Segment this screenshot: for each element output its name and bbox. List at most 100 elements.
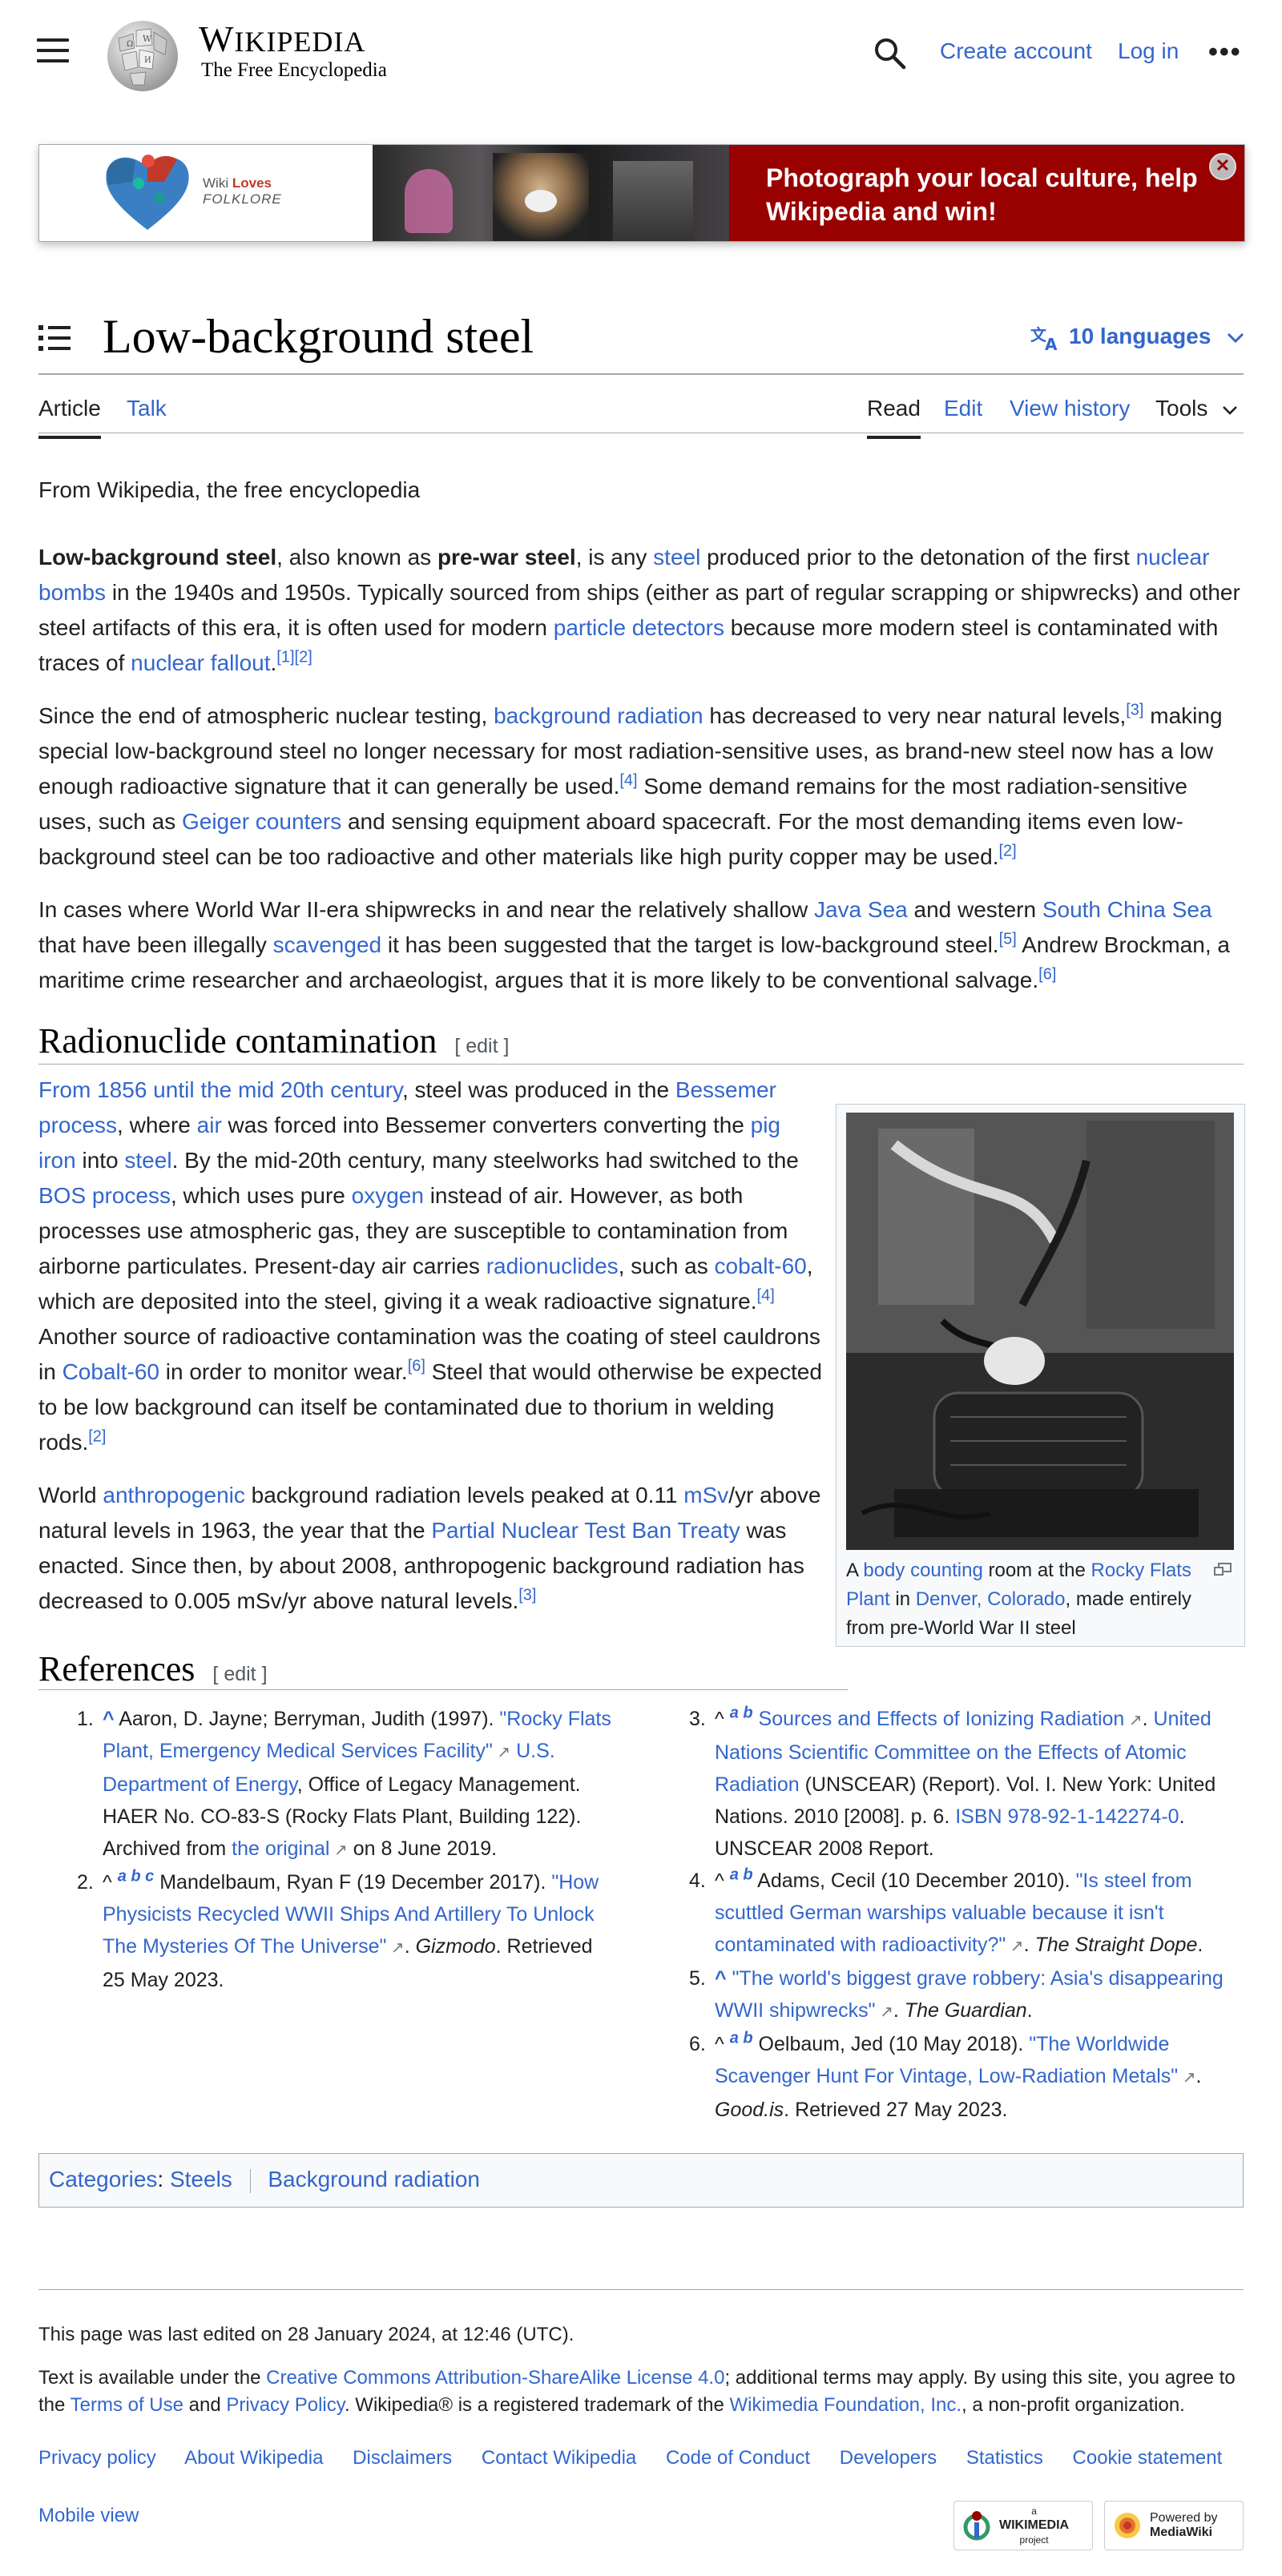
backlink-letters[interactable]: a b c	[118, 1868, 155, 1886]
link-scavenged[interactable]: scavenged	[273, 932, 381, 957]
wikimedia-foundation-link[interactable]: Wikimedia Foundation, Inc.	[730, 2394, 962, 2416]
campaign-banner[interactable]: Wiki Loves FOLKLORE Photograph your loca…	[38, 144, 1245, 242]
backlink-letters[interactable]: a b	[730, 1866, 753, 1884]
citation-1[interactable]: [1]	[276, 649, 294, 666]
footer-link-developers[interactable]: Developers	[840, 2447, 937, 2469]
link-anthropogenic[interactable]: anthropogenic	[103, 1483, 244, 1507]
link-cobalt-60[interactable]: cobalt-60	[715, 1254, 807, 1278]
citation-2[interactable]: [2]	[88, 1428, 106, 1446]
reference-item-1: 1. ^ Aaron, D. Jayne; Berryman, Judith (…	[77, 1708, 611, 1860]
external-link-icon: ↗	[1006, 1938, 1024, 1955]
backlink-caret[interactable]: ^	[103, 1708, 115, 1730]
bold-term: pre-war steel	[437, 545, 576, 570]
references-left-column: 1. ^ Aaron, D. Jayne; Berryman, Judith (…	[38, 1703, 615, 1996]
reference-item-3: 3. ^ a b Sources and Effects of Ionizing…	[689, 1704, 1216, 1860]
citation-6[interactable]: [6]	[408, 1358, 425, 1375]
footer-link-disclaimers[interactable]: Disclaimers	[353, 2447, 452, 2469]
footer-link-cookie-statement[interactable]: Cookie statement	[1073, 2447, 1223, 2469]
paragraph-1: Low-background steel, also known as pre-…	[38, 545, 1240, 675]
section-edit-link[interactable]: [ edit ]	[212, 1663, 267, 1685]
citation-3[interactable]: [3]	[518, 1587, 536, 1604]
log-in-link[interactable]: Log in	[1118, 38, 1179, 64]
link-south-china-sea[interactable]: South China Sea	[1042, 897, 1212, 922]
tools-menu[interactable]: Tools	[1155, 396, 1238, 421]
footer-link-code-of-conduct[interactable]: Code of Conduct	[666, 2447, 810, 2469]
categories-link[interactable]: Categories	[49, 2167, 157, 2192]
wikimedia-logo-icon	[963, 2511, 990, 2541]
paragraph-2: Since the end of atmospheric nuclear tes…	[38, 701, 1223, 869]
link-msv[interactable]: mSv	[683, 1483, 728, 1507]
tab-article[interactable]: Article	[38, 396, 101, 439]
citation-5[interactable]: [5]	[999, 931, 1017, 948]
footer-link-about[interactable]: About Wikipedia	[184, 2447, 323, 2469]
citation-2[interactable]: [2]	[998, 843, 1016, 860]
link-oxygen[interactable]: oxygen	[352, 1183, 424, 1208]
wiki-loves-folklore-logo: Wiki Loves FOLKLORE	[39, 145, 373, 241]
reference-item-6: 6. ^ a b Oelbaum, Jed (10 May 2018). "Th…	[689, 2029, 1202, 2121]
footer-link-privacy-policy[interactable]: Privacy policy	[38, 2447, 156, 2469]
footer-link-statistics[interactable]: Statistics	[966, 2447, 1043, 2469]
cc-license-link[interactable]: Creative Commons Attribution-ShareAlike …	[266, 2367, 724, 2389]
link-radionuclides[interactable]: radionuclides	[486, 1254, 619, 1278]
terms-of-use-link[interactable]: Terms of Use	[71, 2394, 183, 2416]
ref-link[interactable]: the original	[232, 1837, 329, 1860]
link-java-sea[interactable]: Java Sea	[814, 897, 908, 922]
backlink-caret[interactable]: ^	[715, 1967, 727, 1990]
link-partial-nuclear-test-ban-treaty[interactable]: Partial Nuclear Test Ban Treaty	[431, 1518, 740, 1543]
citation-2[interactable]: [2]	[295, 649, 312, 666]
tools-label: Tools	[1155, 396, 1208, 421]
wikimedia-project-badge[interactable]: a WIKIMEDIA project	[953, 2501, 1093, 2550]
ref-link[interactable]: Sources and Effects of Ionizing Radiatio…	[759, 1708, 1125, 1730]
reference-item-5: 5. ^ "The world's biggest grave robbery:…	[689, 1967, 1224, 2022]
link-steel[interactable]: steel	[653, 545, 700, 570]
close-icon[interactable]: ✕	[1209, 153, 1236, 180]
category-background-radiation[interactable]: Background radiation	[268, 2167, 480, 2192]
more-options-icon[interactable]: •••	[1208, 37, 1242, 68]
wikipedia-globe-logo[interactable]: Ω W И	[101, 14, 184, 95]
bold-term: Low-background steel	[38, 545, 277, 570]
link-background-radiation[interactable]: background radiation	[494, 703, 703, 728]
link-denver-colorado[interactable]: Denver, Colorado	[916, 1588, 1066, 1610]
tab-read[interactable]: Read	[867, 396, 921, 439]
link-nuclear-fallout[interactable]: nuclear fallout	[131, 650, 270, 675]
mobile-view-link[interactable]: Mobile view	[38, 2502, 139, 2530]
privacy-policy-link[interactable]: Privacy Policy	[226, 2394, 345, 2416]
svg-text:A: A	[1045, 335, 1058, 352]
link-particle-detectors[interactable]: particle detectors	[554, 615, 724, 640]
backlink-letters[interactable]: a b	[730, 1705, 753, 1722]
body-counting-room-photo[interactable]	[846, 1113, 1234, 1550]
chevron-down-icon	[1228, 332, 1244, 343]
table-of-contents-icon[interactable]	[38, 324, 71, 352]
link-air[interactable]: air	[197, 1113, 222, 1137]
citation-4[interactable]: [4]	[757, 1287, 775, 1305]
search-icon[interactable]	[872, 35, 907, 70]
tab-view-history[interactable]: View history	[1010, 396, 1130, 421]
section-edit-link[interactable]: [ edit ]	[454, 1035, 509, 1057]
citation-3[interactable]: [3]	[1126, 702, 1143, 719]
link-bos-process[interactable]: BOS process	[38, 1183, 171, 1208]
category-steels[interactable]: Steels	[170, 2167, 232, 2192]
footer-link-contact[interactable]: Contact Wikipedia	[482, 2447, 636, 2469]
link-steel[interactable]: steel	[124, 1148, 171, 1173]
citation-6[interactable]: [6]	[1038, 966, 1056, 984]
tab-talk[interactable]: Talk	[127, 396, 167, 421]
main-menu-icon[interactable]	[37, 38, 69, 66]
ref-link[interactable]: ISBN 978-92-1-142274-0	[955, 1805, 1179, 1828]
link-geiger-counters[interactable]: Geiger counters	[182, 809, 341, 834]
link-body-counting[interactable]: body counting	[863, 1560, 982, 1581]
language-button[interactable]: 文 A 10 languages	[1030, 324, 1244, 354]
tab-edit[interactable]: Edit	[944, 396, 982, 421]
footer-divider	[38, 2289, 1244, 2290]
external-link-icon: ↗	[329, 1841, 348, 1859]
svg-text:Ω: Ω	[127, 40, 133, 49]
wikipedia-wordmark[interactable]: WIKIPEDIA	[199, 18, 365, 60]
citation-4[interactable]: [4]	[619, 772, 637, 790]
backlink-letters[interactable]: a b	[730, 2030, 753, 2047]
banner-call-to-action[interactable]: Photograph your local culture, help Wikip…	[729, 145, 1244, 241]
link-cobalt-60[interactable]: Cobalt-60	[62, 1359, 159, 1384]
link-1856-mid-20th-century[interactable]: From 1856 until the mid 20th century	[38, 1077, 402, 1102]
language-count: 10 languages	[1069, 324, 1211, 348]
create-account-link[interactable]: Create account	[940, 38, 1092, 64]
svg-text:W: W	[143, 34, 152, 44]
powered-by-mediawiki-badge[interactable]: Powered by MediaWiki	[1104, 2501, 1244, 2550]
